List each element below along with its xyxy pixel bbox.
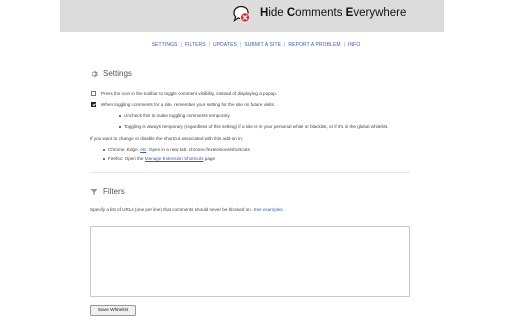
manage-shortcuts-link[interactable]: Manage Extension Shortcuts: [145, 156, 204, 161]
filters-description: Specify a list of URLs (one per line) th…: [90, 207, 284, 212]
save-whitelist-button[interactable]: Save Whitelist: [90, 305, 136, 316]
whitelist-textarea[interactable]: [90, 226, 410, 297]
shortcut-intro: If you want to change or disable the sho…: [90, 136, 243, 141]
nav-submit-site[interactable]: SUBMIT A SITE: [244, 42, 281, 48]
list-bullet: [103, 149, 105, 151]
top-nav: SETTINGS | FILTERS | UPDATES | SUBMIT A SITE | R…: [151, 42, 361, 48]
nav-filters[interactable]: FILTERS: [185, 42, 206, 48]
firefox-shortcut-text: Firefox: Open the Manage Extension Short…: [108, 156, 216, 161]
toggle-icon-mode-label: Press the icon in the toolbar to toggle …: [101, 91, 278, 96]
nav-info[interactable]: INFO: [348, 42, 360, 48]
nav-settings[interactable]: SETTINGS: [152, 42, 178, 48]
list-bullet: [103, 158, 105, 160]
list-bullet: [119, 115, 121, 117]
logo-icon: [233, 5, 250, 23]
settings-heading: Settings: [90, 69, 132, 78]
app-title: Hide Comments Everywhere: [260, 7, 407, 19]
section-divider: [90, 172, 410, 173]
gear-icon: [91, 70, 98, 77]
see-examples-link[interactable]: See examples: [253, 207, 282, 212]
header-bar: Hide Comments Everywhere: [60, 0, 444, 32]
toggle-icon-mode-checkbox[interactable]: [91, 91, 96, 96]
remember-setting-checkbox[interactable]: [91, 102, 96, 107]
nav-updates[interactable]: UPDATES: [213, 42, 237, 48]
list-bullet: [119, 126, 121, 128]
sub-note-uncheck: Uncheck this to make toggling comments t…: [124, 113, 231, 118]
filter-icon: [90, 188, 98, 195]
nav-report-problem[interactable]: REPORT A PROBLEM: [288, 42, 340, 48]
sub-note-temporary: Toggling is always temporary (regardless…: [124, 124, 389, 129]
chrome-shortcut-text: Chrome, Edge, etc: Open in a new tab: ch…: [108, 147, 250, 152]
remember-setting-label: When toggling comments for a site, remem…: [101, 102, 276, 107]
filters-heading: Filters: [90, 187, 125, 196]
